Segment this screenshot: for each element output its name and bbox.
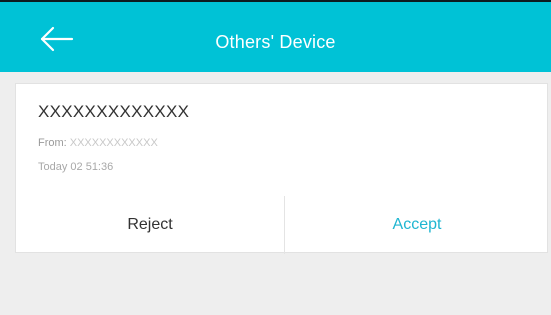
- reject-button[interactable]: Reject: [16, 196, 284, 254]
- from-label: From:: [38, 137, 67, 149]
- top-app-bar: Others' Device: [0, 0, 551, 72]
- from-value: XXXXXXXXXXXX: [69, 137, 158, 149]
- from-line: From: XXXXXXXXXXXX: [38, 137, 158, 149]
- device-request-card: XXXXXXXXXXXXX From: XXXXXXXXXXXX Today 02…: [15, 83, 549, 254]
- request-timestamp: Today 02 51:36: [38, 161, 114, 173]
- device-name: XXXXXXXXXXXXX: [38, 102, 190, 121]
- page-title: Others' Device: [215, 32, 336, 52]
- accept-button[interactable]: Accept: [285, 196, 549, 254]
